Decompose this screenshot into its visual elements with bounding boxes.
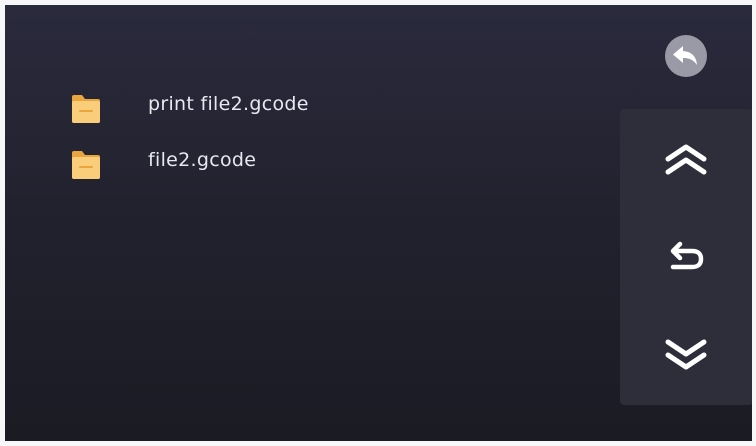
file-browser-screen: print file2.gcode file2.gcode [5,5,752,441]
page-up-button[interactable] [620,119,752,199]
double-chevron-down-icon [665,339,707,370]
folder-icon [72,95,100,123]
return-arrow-icon [670,241,704,270]
navigation-panel [620,109,752,405]
file-name: file2.gcode [148,149,257,171]
back-arrow-icon [665,35,707,77]
double-chevron-up-icon [665,144,707,175]
file-row-print-file2[interactable]: print file2.gcode [5,87,605,131]
return-button[interactable] [620,217,752,297]
file-row-file2[interactable]: file2.gcode [5,143,605,187]
page-down-button[interactable] [620,314,752,394]
back-button[interactable] [664,34,708,78]
folder-icon [72,151,100,179]
file-list: print file2.gcode file2.gcode [5,5,605,441]
file-name: print file2.gcode [148,93,309,115]
